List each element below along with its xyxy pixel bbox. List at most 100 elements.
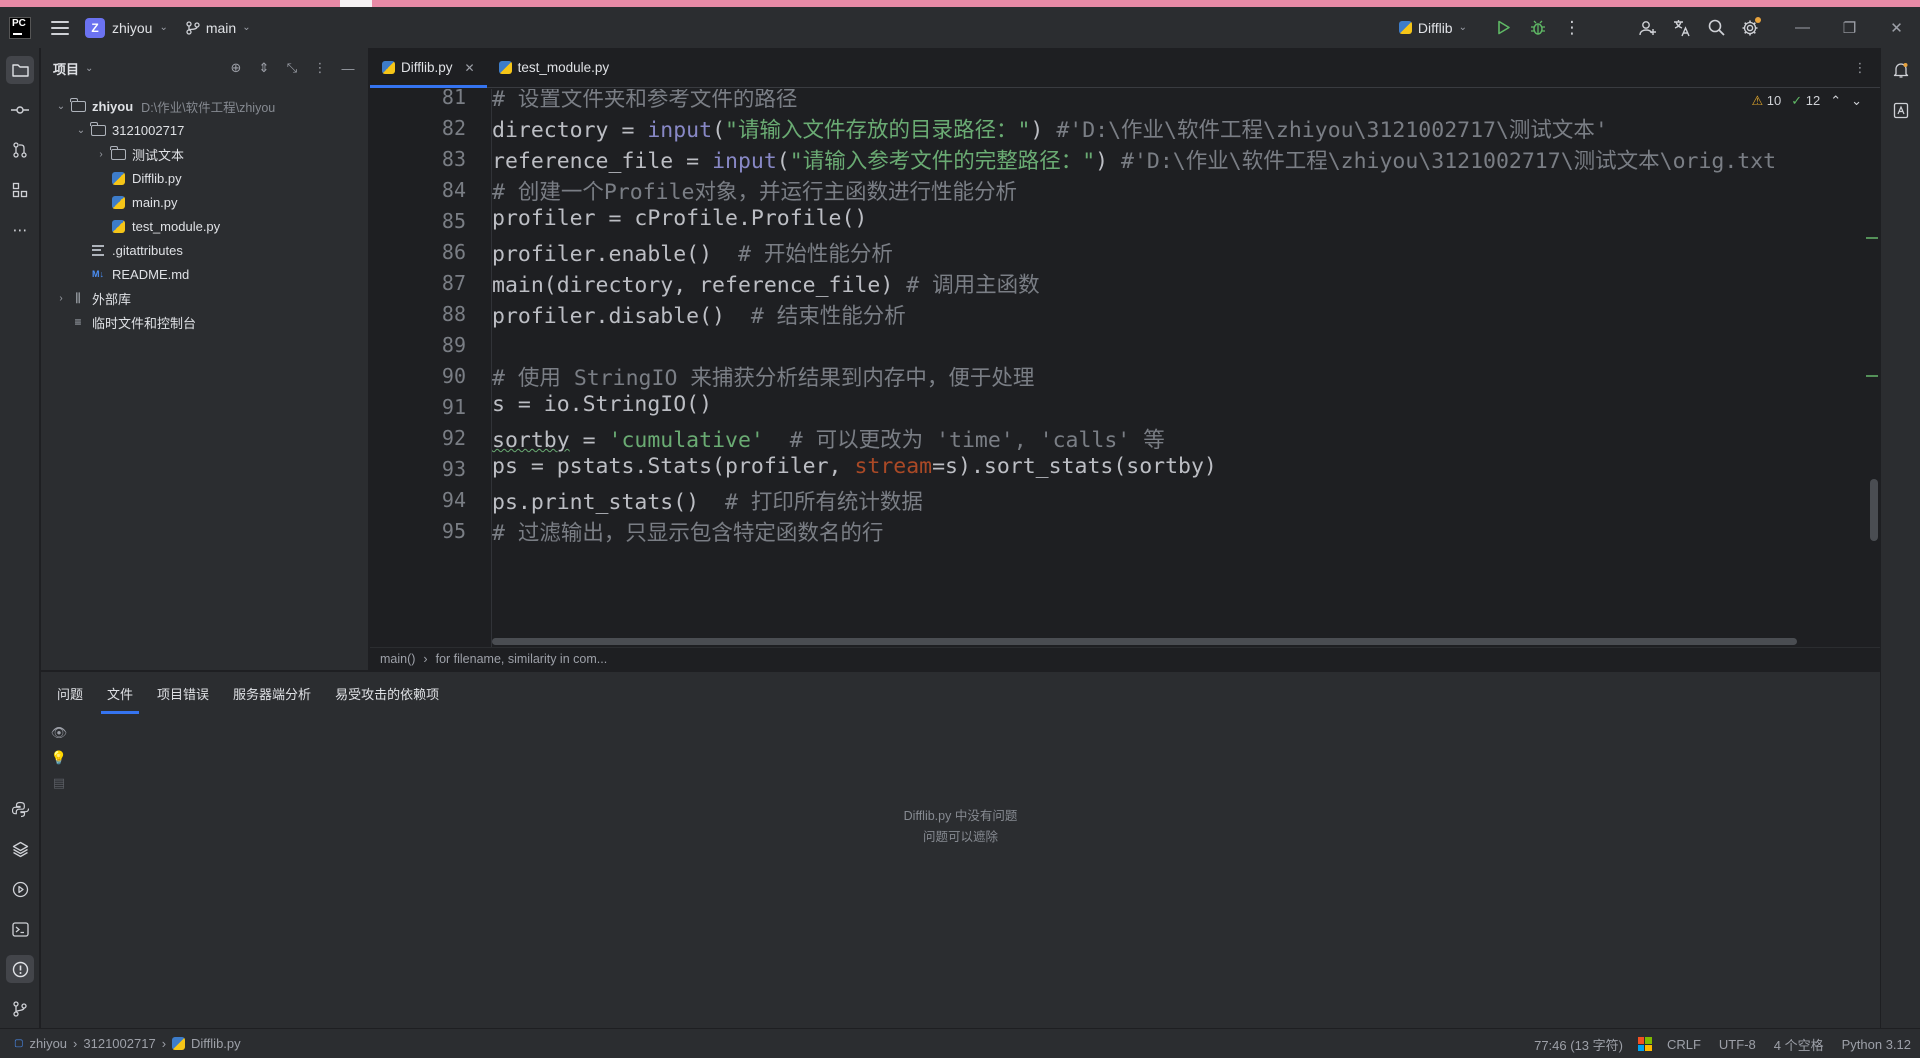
tab-actions-button[interactable]: ⋮: [1848, 56, 1872, 80]
eye-icon[interactable]: 👁: [41, 720, 77, 745]
editor-tab[interactable]: test_module.py: [487, 48, 622, 87]
notifications-tool-button[interactable]: [1887, 56, 1915, 84]
previous-highlight-icon[interactable]: ⌃: [1830, 93, 1841, 109]
search-everywhere-button[interactable]: [1699, 11, 1733, 45]
weak-warning-count[interactable]: ✓ 12: [1791, 93, 1820, 109]
tree-item[interactable]: Difflib.py: [41, 166, 368, 190]
chevron-down-icon: ⌄: [1458, 22, 1467, 33]
code-line[interactable]: sortby = 'cumulative' # 可以更改为 'time', 'c…: [492, 423, 1165, 454]
project-tool-button[interactable]: [6, 56, 34, 84]
caret-position[interactable]: 77:46 (13 字符): [1525, 1035, 1632, 1054]
status-path-item[interactable]: 3121002717: [83, 1036, 155, 1051]
status-path-item[interactable]: zhiyou: [29, 1036, 67, 1051]
services-tool-button[interactable]: [6, 875, 34, 903]
code-line[interactable]: profiler.disable() # 结束性能分析: [492, 299, 906, 330]
more-actions-button[interactable]: ⋮: [1555, 11, 1589, 45]
lightbulb-icon[interactable]: 💡: [41, 745, 77, 770]
editor-tab[interactable]: Difflib.py ✕: [370, 48, 487, 88]
tree-item[interactable]: ⌄ 3121002717: [41, 118, 368, 142]
settings-button[interactable]: [1733, 11, 1767, 45]
line-number-gutter: 81 82 83 84 85 86 87 88 89 90 91 92 93 94 95: [370, 89, 490, 647]
code-line[interactable]: profiler.enable() # 开始性能分析: [492, 237, 893, 268]
close-tab-icon[interactable]: ✕: [465, 61, 475, 75]
layers-tool-button[interactable]: [6, 835, 34, 863]
structure-tool-button[interactable]: [6, 176, 34, 204]
indent-setting[interactable]: 4 个空格: [1765, 1035, 1833, 1054]
vcs-branch-widget[interactable]: main ⌄: [186, 20, 251, 36]
code-line[interactable]: # 创建一个Profile对象，并运行主函数进行性能分析: [492, 175, 1017, 206]
problems-tab[interactable]: 文件: [95, 672, 145, 714]
code-editor[interactable]: 81 82 83 84 85 86 87 88 89 90 91 92 93 94 95 # 设置文件夹和参…: [370, 89, 1880, 647]
code-line[interactable]: ps.print_stats() # 打印所有统计数据: [492, 485, 923, 516]
problems-tab[interactable]: 问题: [45, 672, 95, 714]
translate-button[interactable]: [1665, 11, 1699, 45]
windows-logo-icon[interactable]: [1637, 1037, 1652, 1051]
tree-item[interactable]: › 测试文本: [41, 142, 368, 166]
code-line[interactable]: reference_file = input("请输入参考文件的完整路径：") …: [492, 144, 1776, 175]
pull-requests-tool-button[interactable]: [6, 136, 34, 164]
python-interpreter[interactable]: Python 3.12: [1833, 1037, 1920, 1052]
chevron-right-icon[interactable]: ›: [53, 293, 69, 304]
inspection-widget[interactable]: ⚠ 10 ✓ 12 ⌃ ⌄: [1751, 93, 1862, 109]
code-area[interactable]: # 设置文件夹和参考文件的路径 directory = input("请输入文件存…: [492, 89, 1880, 647]
problems-tool-button[interactable]: [6, 955, 34, 983]
options-icon[interactable]: ⋮: [308, 56, 332, 80]
tree-item[interactable]: M↓ README.md: [41, 262, 368, 286]
commit-tool-button[interactable]: [6, 96, 34, 124]
run-configuration-selector[interactable]: Difflib ⌄: [1398, 20, 1467, 36]
code-line[interactable]: # 使用 StringIO 来捕获分析结果到内存中，便于处理: [492, 361, 1034, 392]
project-panel-title[interactable]: 项目: [53, 59, 79, 78]
file-encoding[interactable]: UTF-8: [1710, 1037, 1765, 1052]
main-menu-button[interactable]: [51, 20, 69, 35]
collapse-all-icon[interactable]: ⤡: [280, 56, 304, 80]
code-line[interactable]: main(directory, reference_file) # 调用主函数: [492, 268, 1040, 299]
line-separator[interactable]: CRLF: [1658, 1037, 1710, 1052]
ai-assistant-tool-button[interactable]: [1887, 96, 1915, 124]
code-line[interactable]: ps = pstats.Stats(profiler, stream=s).so…: [492, 454, 1217, 479]
code-line[interactable]: # 过滤输出，只显示包含特定函数名的行: [492, 516, 883, 547]
tree-item[interactable]: .gitattributes: [41, 238, 368, 262]
chevron-down-icon[interactable]: ⌄: [73, 125, 89, 136]
chevron-right-icon[interactable]: ›: [93, 149, 109, 160]
tree-item[interactable]: ⌄ zhiyou D:\作业\软件工程\zhiyou: [41, 94, 368, 118]
horizontal-scrollbar[interactable]: [492, 638, 1797, 645]
code-line[interactable]: profiler = cProfile.Profile(): [492, 206, 867, 231]
code-line[interactable]: s = io.StringIO(): [492, 392, 712, 417]
tree-item-label: zhiyou: [92, 98, 134, 114]
tree-item[interactable]: ≡ 临时文件和控制台: [41, 310, 368, 334]
run-button[interactable]: [1487, 11, 1521, 45]
preview-icon[interactable]: ▤: [41, 770, 77, 795]
hide-panel-icon[interactable]: —: [336, 56, 360, 80]
status-path-item[interactable]: Difflib.py: [191, 1036, 241, 1051]
problems-tab[interactable]: 易受攻击的依赖项: [323, 672, 451, 714]
chevron-down-icon[interactable]: ⌄: [85, 63, 93, 74]
tree-item[interactable]: test_module.py: [41, 214, 368, 238]
problems-tab[interactable]: 项目错误: [145, 672, 221, 714]
tree-item[interactable]: › ⫼ 外部库: [41, 286, 368, 310]
breadcrumb-item[interactable]: for filename, similarity in com...: [436, 652, 608, 666]
expand-all-icon[interactable]: ⇕: [252, 56, 276, 80]
git-tool-button[interactable]: [6, 995, 34, 1023]
restore-button[interactable]: ❐: [1826, 7, 1873, 48]
problems-side-toolbar: 👁 💡 ▤: [41, 720, 77, 795]
problems-tab[interactable]: 服务器端分析: [221, 672, 323, 714]
add-user-button[interactable]: [1631, 11, 1665, 45]
code-line[interactable]: # 设置文件夹和参考文件的路径: [492, 89, 797, 113]
next-highlight-icon[interactable]: ⌄: [1851, 93, 1862, 109]
project-name: zhiyou: [112, 19, 153, 36]
terminal-tool-button[interactable]: [6, 915, 34, 943]
project-switcher[interactable]: Z zhiyou ⌄: [85, 17, 168, 38]
more-tool-windows-button[interactable]: ⋯: [6, 216, 34, 244]
vertical-scrollbar[interactable]: [1870, 479, 1878, 541]
breadcrumb-item[interactable]: main(): [380, 652, 415, 666]
tree-item[interactable]: main.py: [41, 190, 368, 214]
code-line[interactable]: directory = input("请输入文件存放的目录路径：") #'D:\…: [492, 113, 1608, 144]
chevron-down-icon[interactable]: ⌄: [53, 101, 69, 112]
close-window-button[interactable]: ✕: [1873, 7, 1920, 48]
locate-file-icon[interactable]: ⊕: [224, 56, 248, 80]
python-packages-tool-button[interactable]: [6, 795, 34, 823]
warning-count[interactable]: ⚠ 10: [1751, 93, 1781, 109]
line-number: 85: [441, 209, 466, 233]
minimize-button[interactable]: —: [1779, 7, 1826, 48]
debug-button[interactable]: [1521, 11, 1555, 45]
